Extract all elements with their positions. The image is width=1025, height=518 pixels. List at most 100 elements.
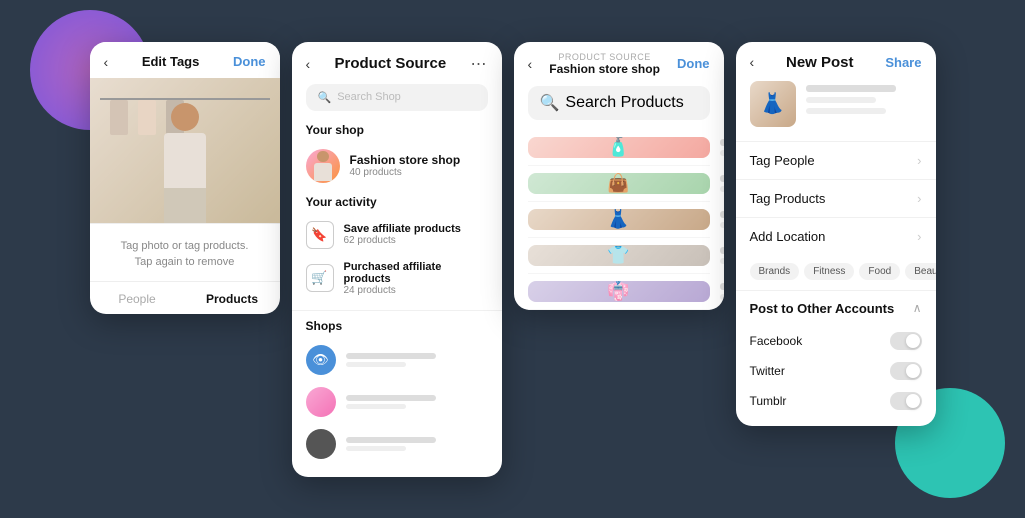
- tag-instructions-line1: Tag photo or tag products.: [100, 238, 270, 255]
- fashion-store-shop-item[interactable]: Fashion store shop 40 products: [292, 143, 502, 189]
- tag-pill-fitness[interactable]: Fitness: [804, 263, 854, 280]
- screen1-caption: Tag photo or tag products. Tap again to …: [90, 223, 280, 281]
- twitter-label: Twitter: [750, 364, 785, 378]
- tumblr-label: Tumblr: [750, 394, 787, 408]
- screen2-header: ‹ Product Source ⋯: [292, 42, 502, 84]
- screen1-tabs: People Products: [90, 281, 280, 314]
- screen1-photo: [90, 78, 280, 223]
- avatar-head: [317, 151, 329, 163]
- other-accounts-section: Post to Other Accounts ∧ Facebook Twitte…: [736, 290, 936, 426]
- screen1-title: Edit Tags: [142, 54, 200, 69]
- perfume-icon: 🧴: [607, 137, 629, 158]
- location-tags-row: Brands Fitness Food Beauty: [736, 255, 936, 290]
- shop-avatar: [306, 149, 340, 183]
- shops-label: Shops: [292, 319, 502, 339]
- screen3-search-icon: 🔍: [540, 93, 560, 113]
- product-item-1[interactable]: 🧴: [528, 130, 710, 166]
- product-info-2: [720, 175, 724, 192]
- screen-fashion-shop: ‹ PRODUCT SOURCE Fashion store shop Done…: [514, 42, 724, 310]
- facebook-toggle[interactable]: [890, 332, 922, 350]
- shirt-icon: 👕: [607, 245, 629, 266]
- product-item-4[interactable]: 👕: [528, 238, 710, 274]
- screen4-back-icon[interactable]: ‹: [750, 54, 755, 70]
- save-affiliate-name: Save affiliate products: [344, 223, 461, 235]
- your-shop-label: Your shop: [292, 123, 502, 143]
- tag-people-label: Tag People: [750, 153, 815, 168]
- avatar-person: [311, 151, 335, 181]
- product-thumb-5: 👘: [528, 281, 710, 302]
- dress-icon: 👗: [607, 209, 629, 230]
- post-caption-lines: [806, 81, 896, 114]
- screen-product-source: ‹ Product Source ⋯ 🔍 Search Shop Your sh…: [292, 42, 502, 477]
- shop-name: Fashion store shop: [350, 153, 461, 167]
- search-placeholder: Search Shop: [337, 91, 401, 103]
- purchased-affiliate-item[interactable]: 🛒 Purchased affiliate products 24 produc…: [292, 255, 502, 302]
- product-thumb-2: 👜: [528, 173, 710, 194]
- product-item-2[interactable]: 👜: [528, 166, 710, 202]
- shop-circle-dark: [306, 429, 336, 459]
- product-info-4: [720, 247, 724, 264]
- bag-icon: 👜: [607, 173, 629, 194]
- product-list: 🧴 👜 👗: [514, 130, 724, 310]
- shop-circle-pink: [306, 387, 336, 417]
- tag-people-option[interactable]: Tag People ›: [736, 141, 936, 179]
- twitter-toggle[interactable]: [890, 362, 922, 380]
- shop-list-item-2[interactable]: [292, 381, 502, 423]
- back-icon[interactable]: ‹: [104, 54, 109, 70]
- prod-line-5b: [720, 294, 724, 300]
- prod-line-2a: [720, 175, 724, 182]
- screen1-done-button[interactable]: Done: [233, 54, 266, 69]
- screen3-header-center: PRODUCT SOURCE Fashion store shop: [549, 52, 660, 76]
- prod-line-4a: [720, 247, 724, 254]
- tag-pill-food[interactable]: Food: [859, 263, 900, 280]
- screen3-shop-title: Fashion store shop: [549, 62, 660, 76]
- screen-edit-tags: ‹ Edit Tags Done Tag photo or tag produc…: [90, 42, 280, 314]
- product-thumb-1: 🧴: [528, 137, 710, 158]
- tumblr-toggle-knob: [906, 394, 920, 408]
- chevron-up-icon[interactable]: ∧: [913, 301, 922, 315]
- screen4-share-button[interactable]: Share: [885, 55, 921, 70]
- purchased-affiliate-name: Purchased affiliate products: [344, 261, 488, 285]
- product-info-3: [720, 211, 724, 228]
- screen3-done-button[interactable]: Done: [677, 56, 710, 71]
- save-affiliate-item[interactable]: 🔖 Save affiliate products 62 products: [292, 215, 502, 255]
- tumblr-toggle-row: Tumblr: [750, 386, 922, 416]
- prod-line-4b: [720, 258, 724, 264]
- screen3-search-bar[interactable]: 🔍 Search Products: [528, 86, 710, 120]
- product-item-5[interactable]: 👘: [528, 274, 710, 310]
- post-preview: 👗: [736, 81, 936, 141]
- tag-pill-beauty[interactable]: Beauty: [905, 263, 935, 280]
- tag-products-option[interactable]: Tag Products ›: [736, 179, 936, 217]
- hanger-1: [110, 100, 128, 135]
- shop-list-item-1[interactable]: 👁: [292, 339, 502, 381]
- shop-info: Fashion store shop 40 products: [350, 153, 461, 178]
- prod-line-3b: [720, 222, 724, 228]
- post-thumb-icon: 👗: [760, 91, 785, 116]
- shop-line-long: [346, 353, 436, 359]
- product-item-3[interactable]: 👗: [528, 202, 710, 238]
- shop-line-short-3: [346, 446, 406, 451]
- tab-products[interactable]: Products: [185, 292, 280, 306]
- shop-list-item-3[interactable]: [292, 423, 502, 465]
- caption-line-3: [806, 108, 886, 114]
- tumblr-toggle[interactable]: [890, 392, 922, 410]
- divider: [292, 310, 502, 311]
- screen3-back-icon[interactable]: ‹: [528, 56, 533, 72]
- add-location-label: Add Location: [750, 229, 826, 244]
- screen2-search-bar[interactable]: 🔍 Search Shop: [306, 84, 488, 111]
- add-location-option[interactable]: Add Location ›: [736, 217, 936, 255]
- screen2-menu-icon[interactable]: ⋯: [470, 54, 487, 74]
- other-accounts-label: Post to Other Accounts: [750, 301, 895, 316]
- tab-people[interactable]: People: [90, 292, 185, 306]
- screen2-back-icon[interactable]: ‹: [306, 56, 311, 72]
- person-head: [171, 103, 199, 131]
- shop-lines-3: [346, 437, 436, 451]
- your-activity-label: Your activity: [292, 195, 502, 215]
- tag-pill-brands[interactable]: Brands: [750, 263, 800, 280]
- prod-line-1b: [720, 150, 724, 156]
- tag-products-label: Tag Products: [750, 191, 826, 206]
- post-thumbnail: 👗: [750, 81, 796, 127]
- screen1-header: ‹ Edit Tags Done: [90, 42, 280, 78]
- screen3-header: ‹ PRODUCT SOURCE Fashion store shop Done: [514, 42, 724, 82]
- kimono-icon: 👘: [607, 281, 629, 302]
